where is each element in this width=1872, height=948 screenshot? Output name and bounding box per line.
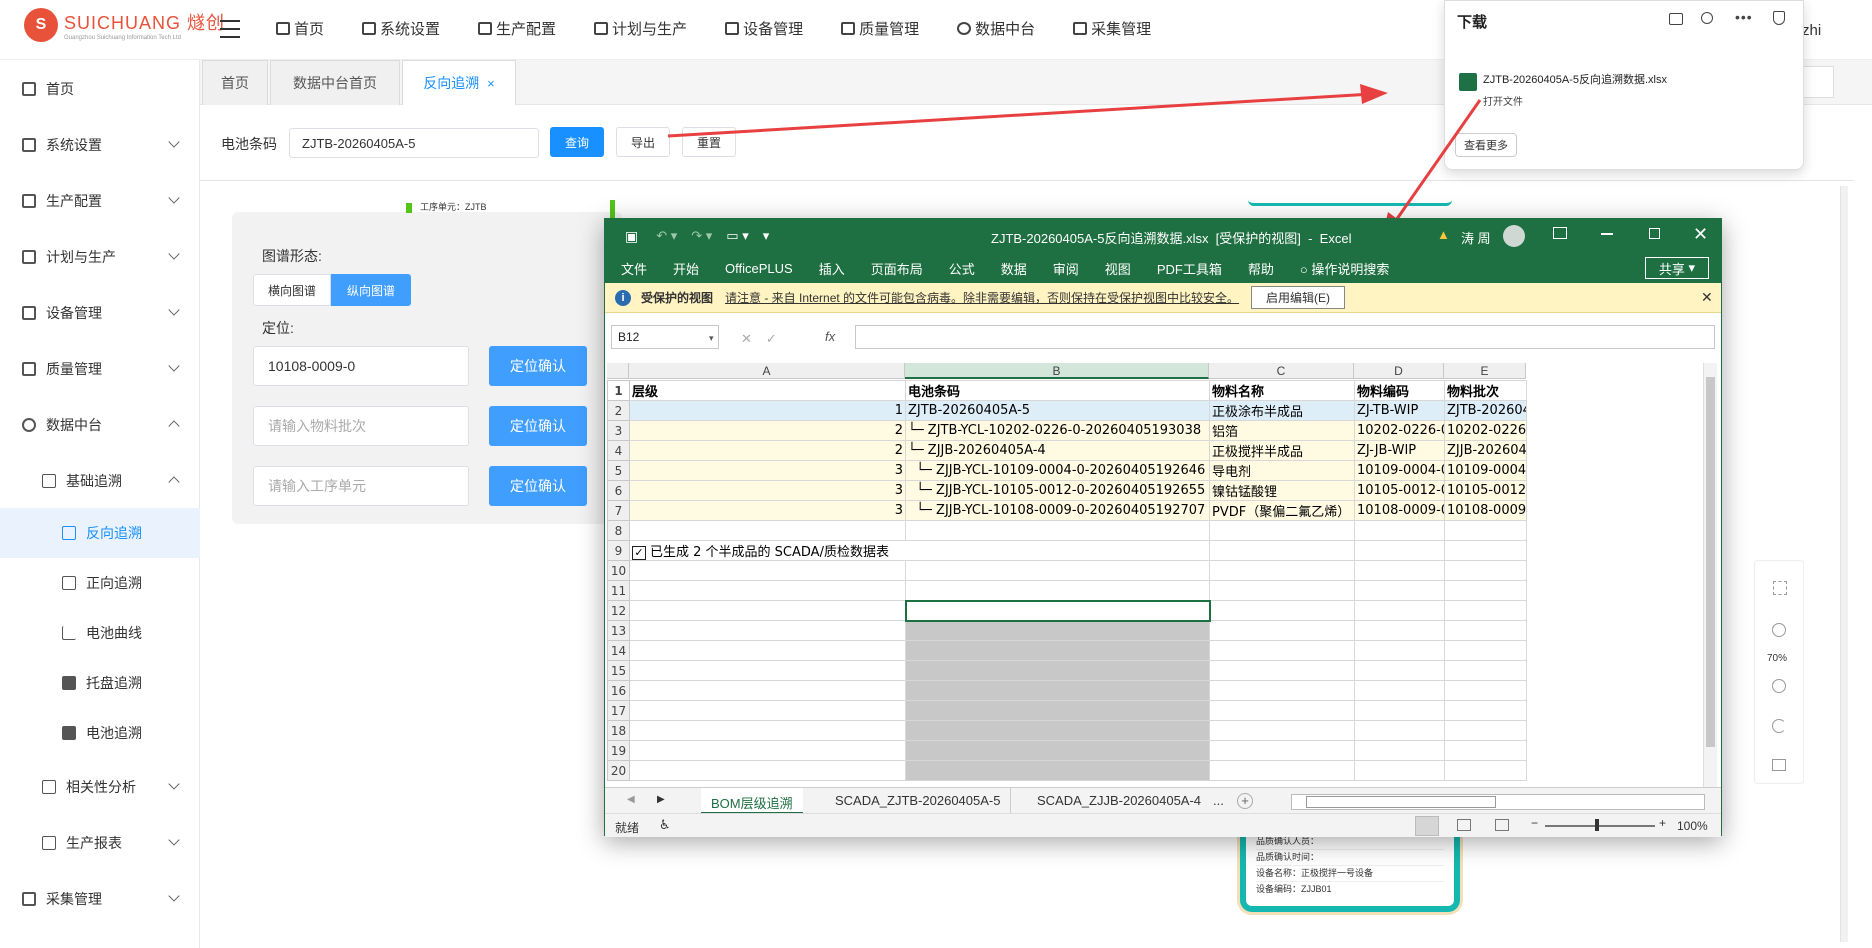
table-row: 12 [607, 599, 1527, 622]
arrow-line [1390, 99, 1482, 227]
excel-title: ZJTB-20260405A-5反向追溯数据.xlsx [受保护的视图] - E… [991, 231, 1352, 246]
column-header[interactable]: B [905, 363, 1209, 379]
table-row: 10 [607, 560, 1527, 581]
formula-buttons[interactable]: ✕✓ [741, 331, 791, 347]
sheet-tab-scada-jb[interactable]: SCADA_ZJJB-20260405A-4 [1027, 788, 1211, 814]
scrollbar-thumb[interactable] [1306, 796, 1496, 808]
function-icon[interactable]: fx [825, 329, 835, 344]
add-sheet-icon[interactable]: + [1237, 793, 1253, 809]
zoom-percent[interactable]: 100% [1677, 819, 1708, 833]
maximize-icon[interactable] [1649, 228, 1660, 239]
table-row: 4 2 └─ ZJJB-20260405A-4 正极搅拌半成品 ZJ-JB-WIP ZJJ… [607, 440, 1527, 461]
accessibility-icon[interactable]: ♿ [659, 817, 671, 833]
select-all-corner[interactable] [607, 363, 629, 379]
ribbon-tab-help[interactable]: 帮助 [1248, 259, 1274, 278]
name-box[interactable]: B12 [611, 325, 719, 349]
excel-title-bar: ▣ ↶ ▾ ↷ ▾ ▭ ▾ ▾ ZJTB-20260405A-5反向追溯数据.x… [605, 219, 1721, 253]
table-row: 16 [607, 680, 1527, 701]
zoom-slider[interactable] [1545, 825, 1655, 827]
column-header[interactable]: E [1444, 363, 1526, 379]
zoom-out-icon[interactable]: − [1531, 816, 1538, 830]
ribbon-tell-me[interactable]: ○ 操作说明搜索 [1300, 259, 1390, 278]
table-row: 53 └─ ZJJB-YCL-10109-0004-0-202604051926… [607, 460, 1527, 481]
avatar[interactable] [1503, 225, 1525, 247]
table-row: 18 [607, 720, 1527, 741]
sheet-tab-bar: ◀ ▶ BOM层级追溯 SCADA_ZJTB-20260405A-5 SCADA… [605, 787, 1721, 814]
column-header[interactable]: C [1209, 363, 1354, 379]
ribbon-tab-formulas[interactable]: 公式 [949, 259, 975, 278]
excel-user[interactable]: 涛 周 [1461, 228, 1491, 247]
table-row: 11 [607, 580, 1527, 601]
checkbox-icon: ✓ [632, 546, 646, 560]
lightbulb-icon: ○ [1299, 261, 1308, 277]
zoom-in-icon[interactable]: + [1659, 816, 1666, 830]
table-row: 17 [607, 700, 1527, 721]
sheet-tab-bom[interactable]: BOM层级追溯 [701, 788, 803, 814]
active-cell[interactable] [904, 599, 1211, 622]
sheet-tab-scada-tb[interactable]: SCADA_ZJTB-20260405A-5 [825, 788, 1012, 814]
table-row: 14 [607, 640, 1527, 661]
protected-view-message: 请注意 - 来自 Internet 的文件可能包含病毒。除非需要编辑，否则保持在… [725, 291, 1240, 305]
table-row: 73 └─ ZJJB-YCL-10108-0009-0-202604051927… [607, 500, 1527, 521]
ribbon-tab-page-layout[interactable]: 页面布局 [871, 259, 923, 278]
minimize-icon[interactable] [1601, 233, 1613, 235]
arrow-head [1360, 84, 1388, 104]
table-row: 2 1 ZJTB-20260405A-5 正极涂布半成品 ZJ-TB-WIP ZJTB-2… [607, 400, 1527, 421]
ribbon-tab-review[interactable]: 审阅 [1053, 259, 1079, 278]
ribbon-tab-view[interactable]: 视图 [1105, 259, 1131, 278]
shield-icon: i [615, 289, 631, 306]
note-cell: ✓ 已生成 2 个半成品的 SCADA/质检数据表 [629, 540, 1210, 561]
vertical-scrollbar[interactable] [1703, 363, 1717, 787]
horizontal-scrollbar[interactable] [1291, 794, 1705, 810]
table-row: 9 ✓ 已生成 2 个半成品的 SCADA/质检数据表 [607, 540, 1527, 561]
column-headers: A B C D E [607, 363, 1526, 379]
sheet-overflow[interactable]: ... [1213, 793, 1224, 808]
table-row: 8 [607, 520, 1527, 541]
zoom-slider-thumb[interactable] [1595, 819, 1599, 831]
redo-icon[interactable]: ↷ ▾ [691, 228, 712, 244]
undo-icon[interactable]: ↶ ▾ [656, 228, 677, 244]
table-row: 1 层级 电池条码 物料名称 物料编码 物料批次 [607, 380, 1527, 401]
sheet-prev-icon[interactable]: ◀ [627, 794, 635, 805]
chevron-down-icon[interactable]: ▾ [709, 333, 714, 344]
scrollbar-thumb[interactable] [1706, 377, 1715, 747]
excel-window: ▣ ↶ ▾ ↷ ▾ ▭ ▾ ▾ ZJTB-20260405A-5反向追溯数据.x… [604, 218, 1722, 837]
ribbon-display-icon[interactable] [1553, 227, 1567, 239]
table-row: 15 [607, 660, 1527, 681]
worksheet-grid[interactable]: 1 层级 电池条码 物料名称 物料编码 物料批次 2 1 ZJTB-20260405A-5 正极… [607, 380, 1527, 781]
ribbon-tab-officeplus[interactable]: OfficePLUS [725, 261, 793, 276]
ribbon-tab-file[interactable]: 文件 [621, 259, 647, 278]
table-row: 13 [607, 620, 1527, 641]
table-row: 63 └─ ZJJB-YCL-10105-0012-0-202604051926… [607, 480, 1527, 501]
normal-view-icon[interactable] [1415, 816, 1439, 836]
save-icon[interactable]: ▣ [625, 228, 638, 245]
customize-quick-access-icon[interactable]: ▾ [763, 228, 770, 244]
table-row: 3 2 └─ ZJTB-YCL-10202-0226-0-2026040519303… [607, 420, 1527, 441]
ribbon-tab-home[interactable]: 开始 [673, 259, 699, 278]
column-header[interactable]: A [629, 363, 905, 379]
page-break-icon[interactable] [1495, 819, 1509, 831]
ribbon-tab-pdf[interactable]: PDF工具箱 [1157, 259, 1222, 278]
arrow-line [667, 92, 1373, 138]
share-button[interactable]: 共享 ▾ [1645, 257, 1709, 279]
status-bar: 就绪 ♿ − + 100% [605, 813, 1721, 837]
protected-view-title: 受保护的视图 [641, 291, 714, 305]
close-icon[interactable]: ✕ [1701, 289, 1713, 306]
protected-view-bar: i 受保护的视图 请注意 - 来自 Internet 的文件可能包含病毒。除非需… [605, 283, 1721, 313]
ribbon-tab-data[interactable]: 数据 [1001, 259, 1027, 278]
open-icon[interactable]: ▭ ▾ [726, 228, 748, 244]
enable-editing-button[interactable]: 启用编辑(E) [1251, 286, 1346, 309]
excel-ribbon-tabs: 文件 开始 OfficePLUS 插入 页面布局 公式 数据 审阅 视图 PDF… [605, 253, 1721, 283]
status-text: 就绪 [615, 821, 640, 835]
close-icon[interactable]: ✕ [1693, 224, 1708, 245]
formula-input[interactable] [855, 325, 1715, 349]
sheet-next-icon[interactable]: ▶ [657, 794, 665, 805]
warning-icon: ▲ [1437, 227, 1450, 242]
table-row: 20 [607, 760, 1527, 781]
page-layout-icon[interactable] [1457, 819, 1471, 831]
column-header[interactable]: D [1354, 363, 1444, 379]
table-row: 19 [607, 740, 1527, 761]
ribbon-tab-insert[interactable]: 插入 [819, 259, 845, 278]
